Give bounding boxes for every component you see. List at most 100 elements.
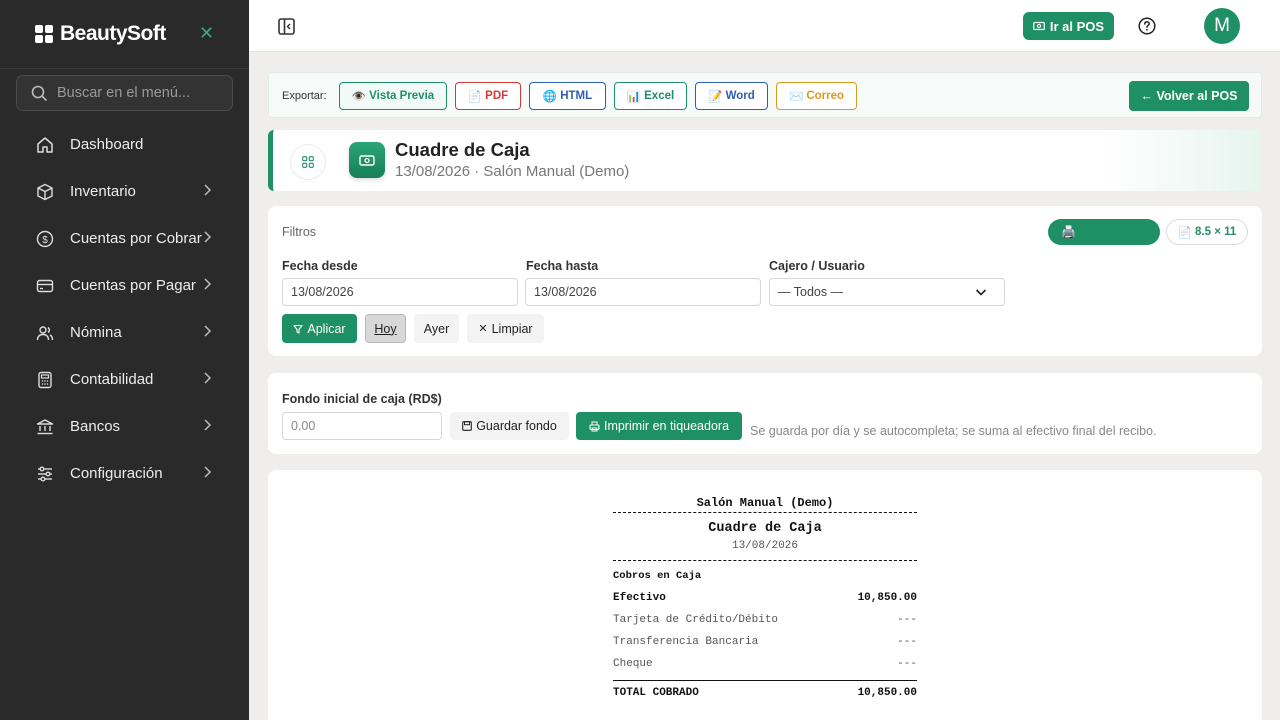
save-fondo-button[interactable]: Guardar fondo bbox=[450, 412, 569, 440]
sidebar-item-bancos[interactable]: Bancos bbox=[0, 403, 249, 450]
cash-register-icon bbox=[349, 142, 385, 178]
page-size-button[interactable]: 📄 8.5 × 11 bbox=[1166, 219, 1248, 245]
receipt: Salón Manual (Demo) Cuadre de Caja 13/08… bbox=[613, 496, 917, 702]
sidebar-item-nomina[interactable]: Nómina bbox=[0, 309, 249, 356]
chevron-right-icon bbox=[204, 278, 212, 290]
export-pdf-button[interactable]: 📄 PDF bbox=[455, 82, 521, 110]
sidebar-item-configuracion[interactable]: Configuración bbox=[0, 450, 249, 497]
sidebar-item-cuentas-pagar[interactable]: Cuentas por Pagar bbox=[0, 262, 249, 309]
receipt-row: Cheque --- bbox=[613, 653, 917, 675]
apps-grid-icon[interactable] bbox=[290, 144, 326, 180]
bank-icon bbox=[35, 417, 55, 437]
box-icon bbox=[35, 182, 55, 202]
cajero-label: Cajero / Usuario bbox=[769, 259, 865, 273]
save-fondo-label: Guardar fondo bbox=[476, 419, 557, 433]
fondo-panel: Fondo inicial de caja (RD$) Guardar fond… bbox=[268, 373, 1262, 454]
close-sidebar-icon[interactable]: ✕ bbox=[199, 24, 214, 42]
fondo-label: Fondo inicial de caja (RD$) bbox=[282, 392, 442, 406]
close-icon: ✕ bbox=[478, 323, 488, 335]
brand: BeautySoft ✕ bbox=[0, 0, 249, 69]
brand-name: BeautySoft bbox=[60, 22, 166, 45]
receipt-section-title: Cobros en Caja bbox=[613, 570, 702, 582]
sidebar-item-label: Cuentas por Cobrar bbox=[70, 230, 202, 247]
fecha-hasta-input[interactable] bbox=[525, 278, 761, 306]
help-icon[interactable] bbox=[1138, 17, 1156, 35]
today-button[interactable]: Hoy bbox=[365, 314, 406, 343]
save-icon bbox=[462, 421, 473, 431]
receipt-row-label: Cheque bbox=[613, 658, 653, 670]
printer-icon bbox=[589, 421, 600, 431]
page-size-label: 8.5 × 11 bbox=[1195, 226, 1237, 238]
sidebar-toggle-icon[interactable] bbox=[278, 18, 295, 35]
receipt-row: Transferencia Bancaria --- bbox=[613, 631, 917, 653]
chevron-right-icon bbox=[204, 419, 212, 431]
export-preview-button[interactable]: 👁️ Vista Previa bbox=[339, 82, 447, 110]
menu-search[interactable] bbox=[16, 75, 233, 111]
receipt-row-value: --- bbox=[897, 636, 917, 648]
sidebar-item-inventario[interactable]: Inventario bbox=[0, 168, 249, 215]
topbar: Ir al POS M bbox=[249, 0, 1280, 52]
sidebar-item-contabilidad[interactable]: Contabilidad bbox=[0, 356, 249, 403]
print-button[interactable]: 🖨️ bbox=[1048, 219, 1160, 245]
apply-filters-button[interactable]: Aplicar bbox=[282, 314, 357, 343]
receipt-row: Tarjeta de Crédito/Débito --- bbox=[613, 609, 917, 631]
sidebar: BeautySoft ✕ Dashboard Inventario $ Cuen… bbox=[0, 0, 249, 720]
export-excel-label: Excel bbox=[644, 90, 675, 102]
yesterday-button[interactable]: Ayer bbox=[414, 314, 459, 343]
chevron-right-icon bbox=[204, 466, 212, 478]
sidebar-item-cuentas-cobrar[interactable]: $ Cuentas por Cobrar bbox=[0, 215, 249, 262]
divider bbox=[613, 512, 917, 513]
sidebar-nav: Dashboard Inventario $ Cuentas por Cobra… bbox=[0, 121, 249, 497]
receipt-row-value: 10,850.00 bbox=[857, 592, 917, 604]
chevron-right-icon bbox=[204, 231, 212, 243]
back-to-pos-button[interactable]: ← Volver al POS bbox=[1129, 81, 1249, 111]
receipt-total-row: TOTAL COBRADO 10,850.00 bbox=[613, 680, 917, 702]
chevron-right-icon bbox=[204, 325, 212, 337]
sidebar-item-label: Configuración bbox=[70, 465, 163, 482]
export-word-label: Word bbox=[725, 90, 755, 102]
receipt-title: Cuadre de Caja bbox=[708, 521, 822, 536]
receipt-row-value: --- bbox=[897, 658, 917, 670]
document-icon: 📄 bbox=[467, 91, 483, 103]
print-ticket-button[interactable]: Imprimir en tiqueadora bbox=[576, 412, 742, 440]
fecha-hasta-label: Fecha hasta bbox=[526, 259, 599, 273]
home-icon bbox=[35, 135, 55, 155]
chevron-right-icon bbox=[204, 184, 212, 196]
divider bbox=[613, 560, 917, 561]
export-html-label: HTML bbox=[560, 90, 593, 102]
cajero-select-value: — Todos — bbox=[778, 285, 844, 299]
export-html-button[interactable]: 🌐 HTML bbox=[529, 82, 606, 110]
chevron-down-icon bbox=[975, 289, 987, 296]
receipt-total-label: TOTAL COBRADO bbox=[613, 686, 699, 699]
calculator-icon bbox=[35, 370, 55, 390]
fondo-note: Se guarda por día y se autocompleta; se … bbox=[750, 424, 1157, 438]
receipt-row-value: --- bbox=[897, 614, 917, 626]
menu-search-input[interactable] bbox=[57, 85, 217, 101]
export-excel-button[interactable]: 📊 Excel bbox=[614, 82, 687, 110]
credit-card-icon bbox=[35, 276, 55, 296]
export-word-button[interactable]: 📝 Word bbox=[695, 82, 768, 110]
fondo-input[interactable] bbox=[282, 412, 442, 440]
receipt-row: Efectivo 10,850.00 bbox=[613, 587, 917, 609]
brand-logo-icon bbox=[35, 25, 53, 43]
go-to-pos-button[interactable]: Ir al POS bbox=[1023, 12, 1114, 40]
receipt-date: 13/08/2026 bbox=[731, 540, 798, 552]
printer-icon: 🖨️ bbox=[1061, 225, 1076, 239]
page-subtitle: 13/08/2026 · Salón Manual (Demo) bbox=[395, 163, 630, 180]
search-icon bbox=[31, 85, 47, 101]
sidebar-item-label: Inventario bbox=[70, 183, 136, 200]
export-bar: Exportar: 👁️ Vista Previa 📄 PDF 🌐 HTML 📊 Exc… bbox=[268, 72, 1262, 118]
cajero-select[interactable]: — Todos — bbox=[769, 278, 1005, 306]
memo-icon: 📝 bbox=[708, 91, 723, 103]
export-email-button[interactable]: ✉️ Correo bbox=[776, 82, 857, 110]
clear-filters-button[interactable]: ✕ Limpiar bbox=[467, 314, 544, 343]
dollar-circle-icon: $ bbox=[35, 229, 55, 249]
filters-panel: Filtros 🖨️ 📄8.5 × 11 Fecha desde Fecha h… bbox=[268, 206, 1262, 356]
receipt-total-value: 10,850.00 bbox=[857, 686, 917, 699]
avatar[interactable]: M bbox=[1204, 8, 1240, 44]
page-header: Cuadre de Caja 13/08/2026 · Salón Manual… bbox=[268, 130, 1262, 191]
sidebar-item-dashboard[interactable]: Dashboard bbox=[0, 121, 249, 168]
envelope-icon: ✉️ bbox=[788, 91, 804, 103]
fecha-desde-input[interactable] bbox=[282, 278, 518, 306]
globe-icon: 🌐 bbox=[542, 91, 558, 103]
